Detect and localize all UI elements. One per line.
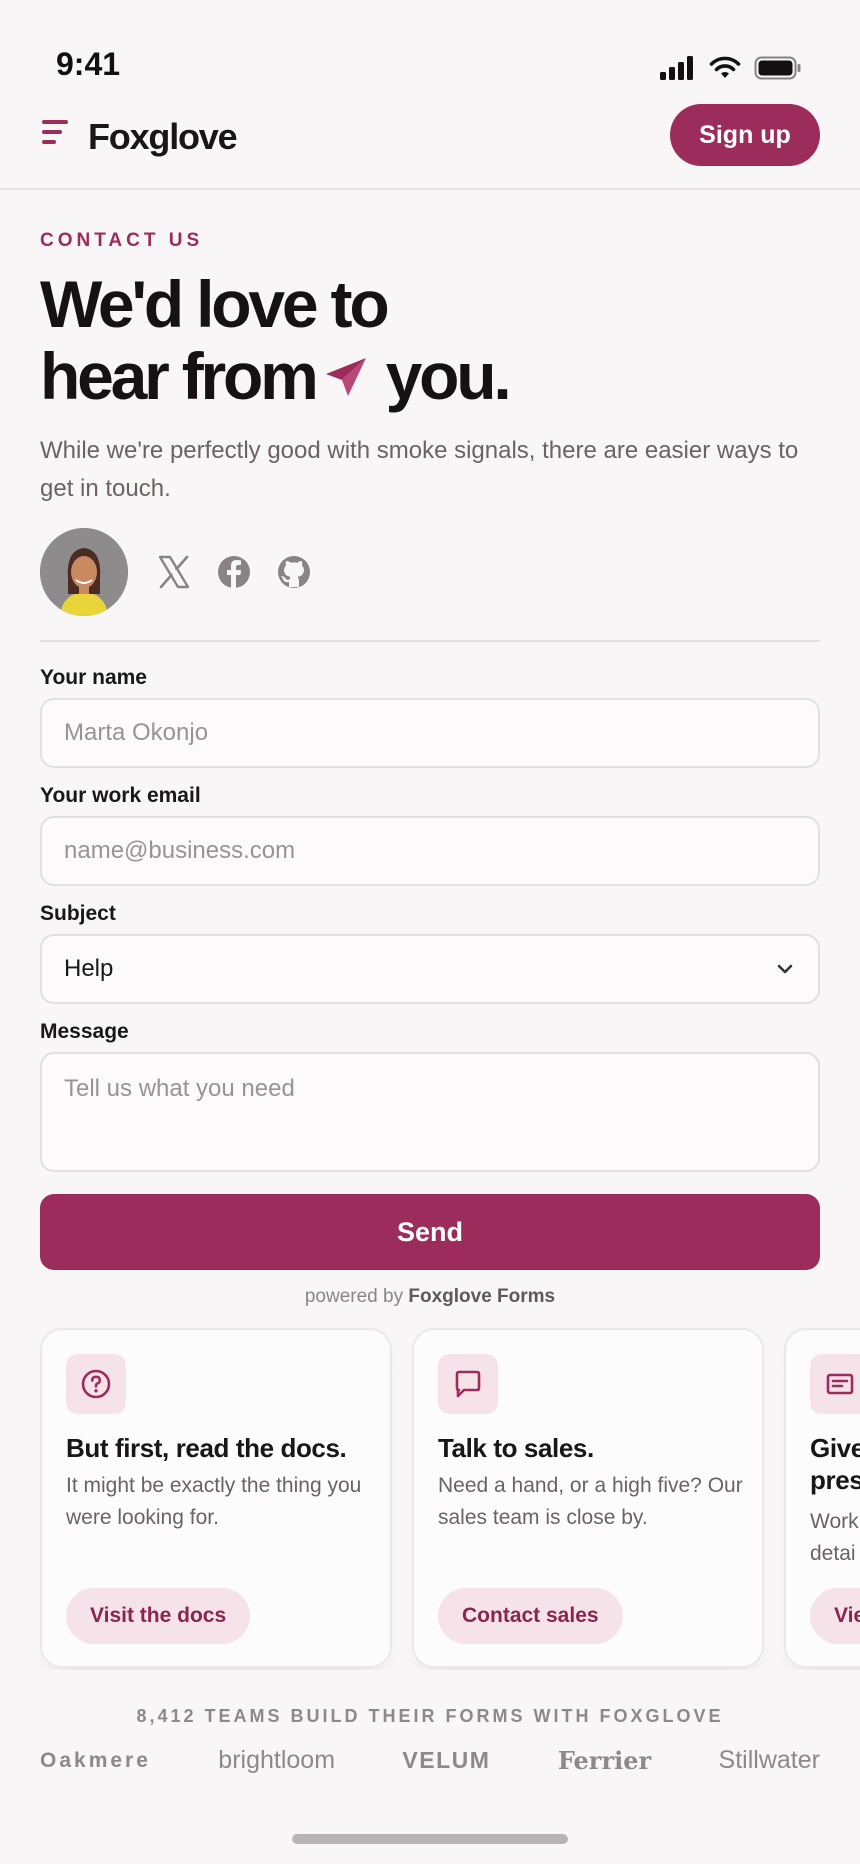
subject-value: Help bbox=[64, 955, 114, 982]
battery-icon bbox=[754, 56, 801, 80]
headline-part-a: hear from bbox=[40, 339, 319, 413]
name-label: Your name bbox=[40, 666, 147, 689]
avatar bbox=[40, 528, 128, 616]
status-icons bbox=[660, 56, 802, 80]
chevron-down-icon bbox=[777, 964, 793, 974]
send-button[interactable]: Send bbox=[40, 1194, 820, 1270]
brand-logo: Oakmere bbox=[40, 1748, 151, 1772]
card-partial: Give pres Work detai Vie bbox=[784, 1328, 860, 1668]
subject-label: Subject bbox=[40, 902, 116, 925]
avatar-portrait bbox=[40, 528, 128, 616]
brand-logo: VELUM bbox=[402, 1747, 491, 1773]
powered-prefix: powered by bbox=[304, 1286, 404, 1307]
menu-icon[interactable] bbox=[42, 118, 74, 148]
card-text: Work detai bbox=[810, 1510, 859, 1565]
divider bbox=[40, 640, 820, 642]
app-header: Foxglove Sign up bbox=[0, 100, 860, 190]
help-circle-icon bbox=[66, 1354, 126, 1414]
powered-brand[interactable]: Foxglove Forms bbox=[408, 1286, 555, 1307]
card-title: Give pres bbox=[810, 1433, 860, 1495]
message-textarea[interactable] bbox=[40, 1052, 820, 1172]
x-icon[interactable] bbox=[156, 554, 192, 590]
eyebrow-label: CONTACT US bbox=[40, 230, 204, 251]
headline-line-2: hear from you. bbox=[40, 339, 512, 413]
facebook-icon[interactable] bbox=[216, 554, 252, 590]
logo[interactable]: Foxglove bbox=[88, 116, 238, 158]
headline-line-1: We'd love to bbox=[40, 267, 390, 341]
visit-docs-button[interactable]: Visit the docs bbox=[66, 1588, 251, 1644]
card-title: Talk to sales. bbox=[438, 1433, 594, 1463]
wifi-icon bbox=[709, 56, 741, 78]
name-input[interactable] bbox=[40, 698, 820, 768]
email-label: Your work email bbox=[40, 784, 201, 807]
status-time: 9:41 bbox=[56, 46, 121, 82]
card-docs: But first, read the docs. It might be ex… bbox=[40, 1328, 392, 1668]
card-sales: Talk to sales. Need a hand, or a high fi… bbox=[412, 1328, 764, 1668]
brand-logo: Stillwater bbox=[718, 1746, 820, 1774]
email-input[interactable] bbox=[40, 816, 820, 886]
page-subtitle: While we're perfectly good with smoke si… bbox=[40, 437, 799, 502]
paper-plane-icon bbox=[325, 358, 366, 396]
card-text: It might be exactly the thing you were l… bbox=[66, 1474, 362, 1529]
powered-by: powered by Foxglove Forms bbox=[0, 1286, 860, 1308]
chat-icon bbox=[438, 1354, 498, 1414]
cellular-signal-icon bbox=[660, 56, 693, 80]
status-bar: 9:41 bbox=[0, 0, 860, 100]
brand-logo: brightloom bbox=[218, 1746, 336, 1774]
card-text: Need a hand, or a high five? Our sales t… bbox=[438, 1474, 743, 1529]
help-cards[interactable]: But first, read the docs. It might be ex… bbox=[40, 1328, 860, 1670]
brand-logos: Oakmere brightloom VELUM Ferrier Stillwa… bbox=[40, 1746, 820, 1775]
message-label: Message bbox=[40, 1020, 129, 1043]
home-indicator[interactable] bbox=[292, 1834, 568, 1844]
contact-sales-button[interactable]: Contact sales bbox=[438, 1588, 623, 1644]
view-button[interactable]: Vie bbox=[810, 1588, 860, 1644]
social-proof-headline: 8,412 TEAMS BUILD THEIR FORMS WITH FOXGL… bbox=[136, 1706, 724, 1726]
headline-part-b: you. bbox=[385, 339, 512, 413]
signup-button[interactable]: Sign up bbox=[670, 104, 820, 166]
subject-select[interactable]: Help bbox=[40, 934, 820, 1004]
brand-logo: Ferrier bbox=[557, 1746, 652, 1775]
card-icon bbox=[810, 1354, 860, 1414]
github-icon[interactable] bbox=[276, 554, 312, 590]
page-title: We'd love to hear from you. bbox=[40, 267, 512, 413]
card-title: But first, read the docs. bbox=[66, 1433, 347, 1463]
